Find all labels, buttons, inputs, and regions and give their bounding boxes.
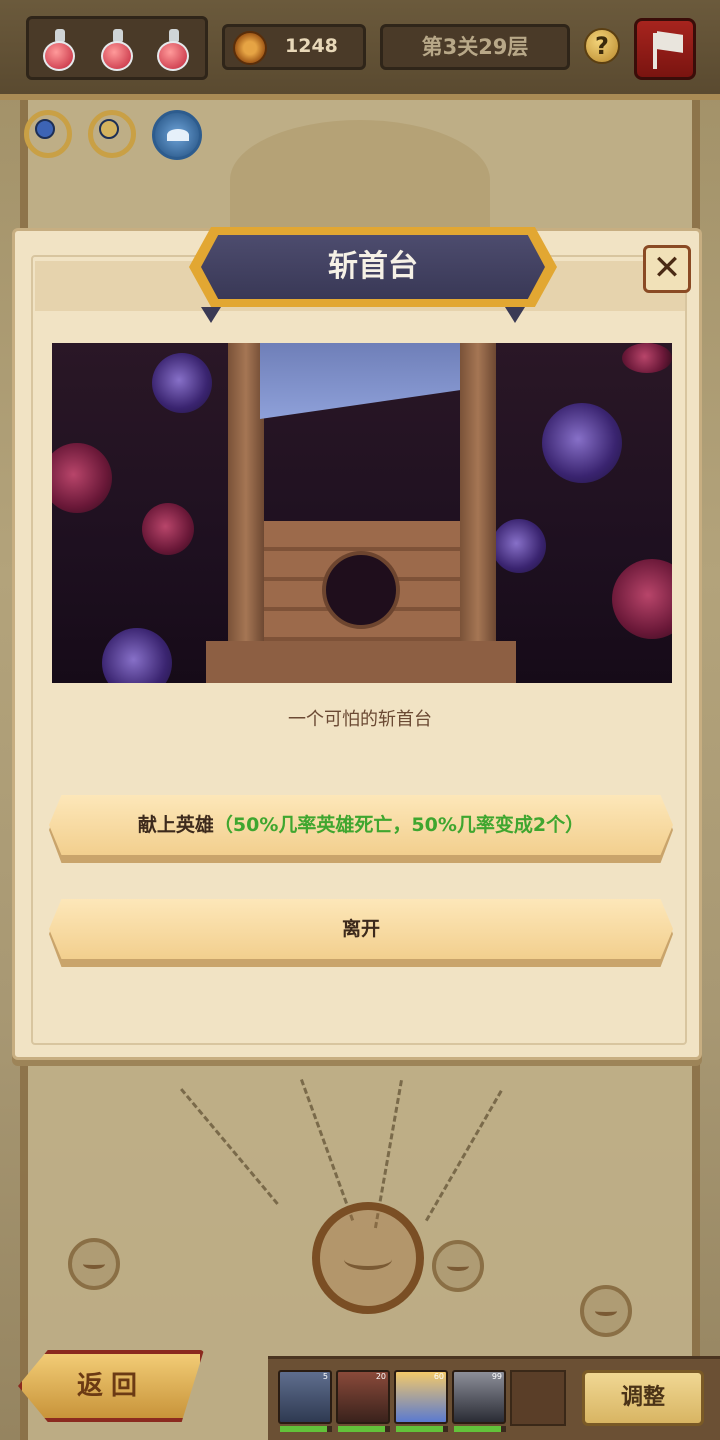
surrender-flag-button[interactable] xyxy=(634,18,696,80)
enemy-node-icon[interactable] xyxy=(432,1240,484,1292)
level-indicator: 第3关29层 xyxy=(380,24,570,70)
coin-counter: 1248 xyxy=(222,24,366,70)
guillotine-post xyxy=(460,343,496,653)
potion-icon[interactable] xyxy=(97,29,137,71)
bird-relic-icon[interactable] xyxy=(152,110,202,160)
hero-hp-bar xyxy=(338,1426,390,1432)
guillotine-illustration xyxy=(52,343,672,683)
enemy-node-icon[interactable] xyxy=(68,1238,120,1290)
map-crest xyxy=(230,120,490,240)
hero-portrait[interactable]: 5 xyxy=(278,1370,332,1432)
coin-value: 1248 xyxy=(285,35,338,57)
event-description: 一个可怕的斩首台 xyxy=(288,709,432,730)
hero-hp-bar xyxy=(454,1426,506,1432)
leave-option-button[interactable]: 离开 xyxy=(49,899,673,959)
top-bar: 1248 第3关29层 ? xyxy=(0,0,720,100)
hero-portrait[interactable]: 20 xyxy=(336,1370,390,1432)
option-label: 离开 xyxy=(341,918,380,940)
potion-icon[interactable] xyxy=(153,29,193,71)
dialog-title: 斩首台 xyxy=(201,235,545,299)
current-enemy-node-icon[interactable] xyxy=(312,1202,424,1314)
potion-slots xyxy=(26,16,208,80)
ring-relic-icon[interactable] xyxy=(24,110,72,158)
hero-portrait[interactable]: 99 xyxy=(452,1370,506,1432)
hero-hp-bar xyxy=(280,1426,332,1432)
potion-icon[interactable] xyxy=(39,29,79,71)
hero-portrait[interactable]: 60 xyxy=(394,1370,448,1432)
back-button[interactable]: 返回 xyxy=(18,1350,204,1422)
hero-hp-bar xyxy=(396,1426,448,1432)
close-button[interactable]: ✕ xyxy=(643,245,691,293)
offer-hero-option-button[interactable]: 献上英雄（50%几率英雄死亡，50%几率变成2个） xyxy=(49,795,673,855)
enemy-node-icon[interactable] xyxy=(580,1285,632,1337)
option-label: 献上英雄 xyxy=(137,814,214,836)
coin-icon xyxy=(233,31,267,65)
adjust-team-button[interactable]: 调整 xyxy=(582,1370,704,1426)
guillotine-post xyxy=(228,343,264,653)
help-button[interactable]: ? xyxy=(584,28,620,64)
ring-relic-icon[interactable] xyxy=(88,110,136,158)
empty-hero-slot[interactable] xyxy=(510,1370,566,1426)
guillotine-blade xyxy=(260,343,460,419)
option-detail: （50%几率英雄死亡，50%几率变成2个） xyxy=(213,814,585,836)
event-dialog: 斩首台 ✕ 一个可怕的斩首台 献上英雄（50%几率英雄死亡，50%几率变成2个）… xyxy=(12,227,702,1060)
